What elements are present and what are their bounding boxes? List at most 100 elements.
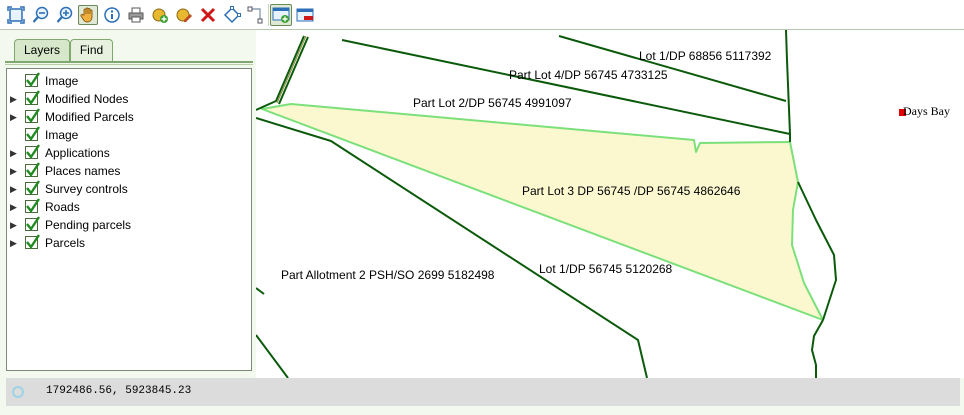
status-bar: 1792486.56, 5923845.23 — [6, 378, 960, 406]
edit-point-button[interactable] — [174, 5, 194, 25]
print-icon — [128, 7, 144, 23]
layer-visibility-checkbox[interactable] — [25, 90, 40, 106]
zoom-in-icon — [56, 6, 73, 23]
layer-visibility-checkbox[interactable] — [25, 162, 40, 178]
add-layer-icon — [272, 7, 290, 23]
tab-divider — [5, 61, 253, 63]
layer-visibility-checkbox[interactable] — [25, 234, 40, 250]
layer-item[interactable]: ▶ Places names — [7, 162, 247, 180]
draw-line-icon — [247, 6, 263, 24]
parcel-boundary-accent — [276, 35, 307, 104]
checkmark-icon — [26, 90, 40, 106]
expand-arrow-icon[interactable]: ▶ — [10, 201, 20, 213]
delete-button[interactable] — [198, 5, 218, 25]
layer-label: Roads — [45, 200, 80, 214]
remove-layer-button[interactable] — [295, 5, 315, 25]
layer-label: Modified Parcels — [45, 110, 134, 124]
layer-item[interactable]: ▶ Modified Nodes — [7, 90, 247, 108]
pan-button[interactable] — [78, 5, 98, 25]
layer-visibility-checkbox[interactable] — [25, 198, 40, 214]
toolbar-separator — [268, 4, 269, 26]
layer-label: Survey controls — [45, 182, 128, 196]
zoom-out-button[interactable] — [31, 5, 51, 25]
draw-line-button[interactable] — [246, 5, 266, 25]
parcel-boundary — [256, 287, 265, 295]
layer-item[interactable]: ▶ Roads — [7, 198, 247, 216]
layer-item[interactable]: ▶ Pending parcels — [7, 216, 247, 234]
layers-panel: Layers Find Image ▶ Modified Nodes ▶ Modifie… — [0, 30, 256, 378]
layer-visibility-checkbox[interactable] — [25, 108, 40, 124]
draw-polygon-icon — [223, 6, 241, 24]
delete-icon — [200, 7, 216, 23]
checkmark-icon — [26, 162, 40, 178]
layer-label: Applications — [45, 146, 110, 160]
checkmark-icon — [26, 72, 40, 88]
layer-label: Pending parcels — [45, 218, 132, 232]
zoom-extent-button[interactable] — [6, 5, 26, 25]
zoom-in-button[interactable] — [55, 5, 75, 25]
layer-label: Image — [45, 128, 79, 142]
zoom-extent-icon — [7, 6, 25, 24]
layer-label: Parcels — [45, 236, 86, 250]
parcel-boundary — [256, 35, 305, 111]
parcel-label: Part Lot 3 DP 56745 /DP 56745 4862646 — [522, 184, 741, 198]
expand-arrow-icon[interactable]: ▶ — [10, 165, 20, 177]
checkmark-icon — [26, 234, 40, 250]
add-point-button[interactable] — [150, 5, 170, 25]
checkmark-icon — [26, 126, 40, 142]
parcel-label: Lot 1/DP 56745 5120268 — [539, 262, 673, 276]
map-toolbar — [0, 0, 964, 30]
parcel-map-canvas[interactable] — [256, 30, 964, 378]
layer-label: Image — [45, 74, 79, 88]
expand-arrow-icon[interactable]: ▶ — [10, 219, 20, 231]
place-name-label: Days Bay — [903, 104, 950, 118]
parcel-label: Lot 1/DP 68856 5117392 — [639, 49, 772, 63]
checkmark-icon — [26, 216, 40, 232]
expand-arrow-icon[interactable]: ▶ — [10, 111, 20, 123]
info-button[interactable] — [102, 5, 122, 25]
layer-item[interactable]: ▶ Applications — [7, 144, 247, 162]
layer-item[interactable]: Image — [7, 72, 247, 90]
zoom-out-icon — [32, 6, 49, 23]
expand-arrow-icon[interactable]: ▶ — [10, 147, 20, 159]
parcel-label: Part Allotment 2 PSH/SO 2699 5182498 — [281, 268, 495, 282]
layer-visibility-checkbox[interactable] — [25, 144, 40, 160]
parcel-label: Part Lot 2/DP 56745 4991097 — [413, 96, 572, 110]
add-layer-button[interactable] — [270, 4, 292, 26]
checkmark-icon — [26, 144, 40, 160]
layer-item[interactable]: ▶ Survey controls — [7, 180, 247, 198]
map-view[interactable]: Lot 1/DP 68856 5117392 Part Lot 4/DP 567… — [256, 30, 964, 378]
expand-arrow-icon[interactable]: ▶ — [10, 93, 20, 105]
expand-arrow-icon[interactable]: ▶ — [10, 237, 20, 249]
info-icon — [104, 7, 120, 23]
parcel-boundary — [278, 36, 309, 105]
parcel-boundary — [256, 334, 289, 378]
draw-polygon-button[interactable] — [222, 5, 242, 25]
expand-arrow-icon[interactable]: ▶ — [10, 183, 20, 195]
parcel-boundary — [785, 30, 791, 142]
tab-layers[interactable]: Layers — [14, 39, 70, 61]
parcel-boundary — [811, 319, 824, 378]
parcel-label: Part Lot 4/DP 56745 4733125 — [509, 68, 668, 82]
layer-label: Places names — [45, 164, 121, 178]
layer-visibility-checkbox[interactable] — [25, 216, 40, 232]
layer-item[interactable]: Image — [7, 126, 247, 144]
loading-indicator-icon — [12, 386, 24, 398]
cursor-coordinates: 1792486.56, 5923845.23 — [46, 385, 192, 397]
layer-item[interactable]: ▶ Parcels — [7, 234, 247, 252]
layer-visibility-checkbox[interactable] — [25, 126, 40, 142]
layer-item[interactable]: ▶ Modified Parcels — [7, 108, 247, 126]
checkmark-icon — [26, 180, 40, 196]
edit-point-icon — [176, 8, 192, 22]
tab-divider-shadow — [5, 64, 253, 65]
selected-parcel-polygon[interactable] — [261, 103, 824, 321]
layer-visibility-checkbox[interactable] — [25, 72, 40, 88]
layer-visibility-checkbox[interactable] — [25, 180, 40, 196]
pan-hand-icon — [80, 7, 93, 23]
print-button[interactable] — [126, 5, 146, 25]
tab-find[interactable]: Find — [70, 39, 113, 61]
layer-label: Modified Nodes — [45, 92, 129, 106]
add-point-icon — [152, 8, 168, 23]
layer-tree: Image ▶ Modified Nodes ▶ Modified Parcels Ima… — [6, 68, 252, 371]
remove-layer-icon — [296, 8, 314, 22]
